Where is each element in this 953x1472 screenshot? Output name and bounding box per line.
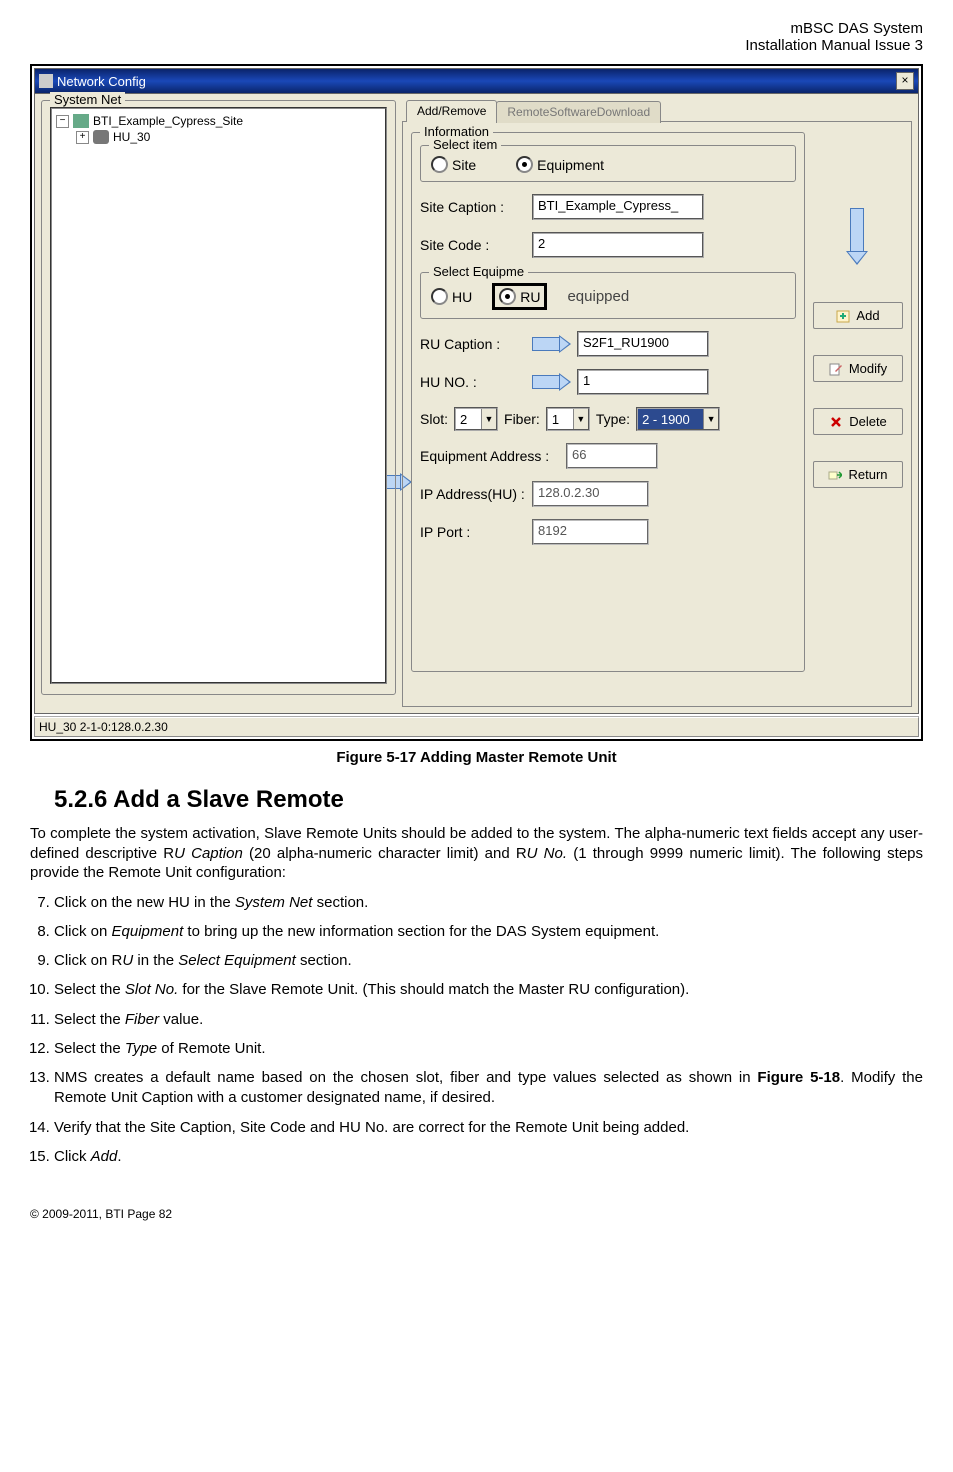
- type-label: Type:: [596, 411, 630, 427]
- radio-icon: [499, 288, 516, 305]
- radio-hu-label: HU: [452, 289, 472, 305]
- tab-remote-software-download[interactable]: RemoteSoftwareDownload: [496, 101, 661, 123]
- figure-caption: Figure 5-17 Adding Master Remote Unit: [30, 749, 923, 766]
- page-header: mBSC DAS System Installation Manual Issu…: [30, 20, 923, 54]
- radio-site-label: Site: [452, 157, 476, 173]
- annotation-arrow-ru-caption: [532, 336, 571, 352]
- chevron-down-icon: ▼: [481, 409, 496, 429]
- step-10: Select the Slot No. for the Slave Remote…: [54, 980, 923, 1000]
- radio-hu[interactable]: HU: [431, 288, 472, 305]
- modify-button[interactable]: Modify: [813, 355, 903, 382]
- radio-ru-label: RU: [520, 289, 540, 305]
- site-code-label: Site Code :: [420, 237, 526, 253]
- hu-icon: [93, 130, 109, 144]
- ip-port-input: 8192: [532, 519, 649, 545]
- site-caption-label: Site Caption :: [420, 199, 526, 215]
- steps-list: Click on the new HU in the System Net se…: [30, 893, 923, 1168]
- system-net-tree[interactable]: − BTI_Example_Cypress_Site + HU_30: [50, 107, 387, 684]
- equipped-label: equipped: [567, 288, 629, 305]
- ru-highlight-box: RU: [492, 283, 547, 310]
- system-net-legend: System Net: [50, 92, 125, 107]
- section-heading: 5.2.6 Add a Slave Remote: [54, 786, 923, 814]
- window-title: Network Config: [57, 74, 146, 89]
- fiber-dropdown[interactable]: 1 ▼: [546, 407, 590, 431]
- site-caption-input[interactable]: BTI_Example_Cypress_: [532, 194, 704, 220]
- select-item-legend: Select item: [429, 137, 501, 152]
- equip-addr-input: 66: [566, 443, 658, 469]
- select-item-group: Select item Site Equipment: [420, 145, 796, 182]
- add-button-label: Add: [856, 308, 879, 323]
- radio-icon: [431, 288, 448, 305]
- ru-caption-input[interactable]: S2F1_RU1900: [577, 331, 709, 357]
- step-12: Select the Type of Remote Unit.: [54, 1039, 923, 1059]
- delete-button-label: Delete: [849, 414, 887, 429]
- expander-icon[interactable]: +: [76, 131, 89, 144]
- radio-equipment-label: Equipment: [537, 157, 604, 173]
- site-icon: [73, 114, 89, 128]
- tree-site-row[interactable]: − BTI_Example_Cypress_Site: [56, 113, 381, 129]
- hu-no-input[interactable]: 1: [577, 369, 709, 395]
- select-equipment-legend: Select Equipme: [429, 264, 528, 279]
- type-value: 2 - 1900: [642, 412, 690, 427]
- delete-button[interactable]: Delete: [813, 408, 903, 435]
- tree-hu-label: HU_30: [113, 130, 150, 144]
- intro-paragraph: To complete the system activation, Slave…: [30, 824, 923, 883]
- tab-add-remove[interactable]: Add/Remove: [406, 100, 497, 122]
- fiber-value: 1: [552, 412, 559, 427]
- figure-screenshot-frame: Network Config × System Net − BTI_Exampl…: [30, 64, 923, 741]
- chevron-down-icon: ▼: [703, 409, 718, 429]
- slot-value: 2: [460, 412, 467, 427]
- expander-icon[interactable]: −: [56, 115, 69, 128]
- site-code-input[interactable]: 2: [532, 232, 704, 258]
- radio-icon: [516, 156, 533, 173]
- radio-equipment[interactable]: Equipment: [516, 156, 604, 173]
- ru-caption-label: RU Caption :: [420, 336, 526, 352]
- step-11: Select the Fiber value.: [54, 1010, 923, 1030]
- step-9: Click on RU in the Select Equipment sect…: [54, 951, 923, 971]
- slot-dropdown[interactable]: 2 ▼: [454, 407, 498, 431]
- network-config-window: Network Config × System Net − BTI_Exampl…: [34, 68, 919, 737]
- return-button-label: Return: [848, 467, 887, 482]
- header-line1: mBSC DAS System: [30, 20, 923, 37]
- add-icon: [836, 309, 850, 323]
- app-icon: [39, 74, 53, 88]
- delete-icon: [829, 415, 843, 429]
- type-dropdown[interactable]: 2 - 1900 ▼: [636, 407, 720, 431]
- equip-addr-label: Equipment Address :: [420, 448, 560, 464]
- step-8: Click on Equipment to bring up the new i…: [54, 922, 923, 942]
- ip-port-label: IP Port :: [420, 524, 526, 540]
- annotation-arrow-hu-no: [532, 374, 571, 390]
- return-icon: [828, 468, 842, 482]
- radio-site[interactable]: Site: [431, 156, 476, 173]
- modify-button-label: Modify: [849, 361, 887, 376]
- step-7: Click on the new HU in the System Net se…: [54, 893, 923, 913]
- close-button[interactable]: ×: [896, 72, 914, 90]
- header-line2: Installation Manual Issue 3: [30, 37, 923, 54]
- ip-addr-input: 128.0.2.30: [532, 481, 649, 507]
- status-bar: HU_30 2-1-0:128.0.2.30: [34, 716, 919, 737]
- radio-icon: [431, 156, 448, 173]
- system-net-group: System Net − BTI_Example_Cypress_Site + …: [41, 100, 396, 695]
- footer: © 2009-2011, BTI Page 82: [30, 1207, 923, 1221]
- radio-ru[interactable]: RU: [499, 288, 540, 305]
- fiber-label: Fiber:: [504, 411, 540, 427]
- step-15: Click Add.: [54, 1147, 923, 1167]
- return-button[interactable]: Return: [813, 461, 903, 488]
- step-14: Verify that the Site Caption, Site Code …: [54, 1118, 923, 1138]
- hu-no-label: HU NO. :: [420, 374, 526, 390]
- ip-addr-label: IP Address(HU) :: [420, 486, 526, 502]
- tree-site-label: BTI_Example_Cypress_Site: [93, 114, 243, 128]
- slot-label: Slot:: [420, 411, 448, 427]
- tab-bar: Add/Remove RemoteSoftwareDownload: [406, 100, 912, 122]
- window-titlebar: Network Config ×: [34, 68, 919, 94]
- step-13: NMS creates a default name based on the …: [54, 1068, 923, 1109]
- tree-hu-row[interactable]: + HU_30: [56, 129, 381, 145]
- information-group: Information Select item Site Equipment: [411, 132, 805, 672]
- chevron-down-icon: ▼: [573, 409, 588, 429]
- add-button[interactable]: Add: [813, 302, 903, 329]
- select-equipment-group: Select Equipme HU RU e: [420, 272, 796, 319]
- modify-icon: [829, 362, 843, 376]
